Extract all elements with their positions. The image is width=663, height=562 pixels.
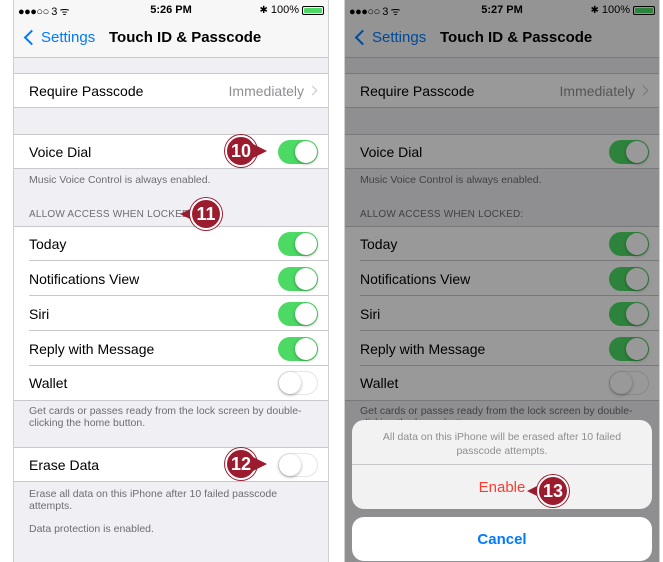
battery-indicator: ✱ 100%: [259, 4, 324, 16]
locked-row-label: Wallet: [29, 375, 68, 391]
back-button[interactable]: Settings: [22, 29, 95, 46]
action-sheet-message: All data on this iPhone will be erased a…: [382, 431, 622, 457]
locked-row-wallet: Wallet: [14, 366, 328, 401]
require-passcode-row[interactable]: Require Passcode Immediately: [14, 73, 328, 108]
wallet-footer: Get cards or passes ready from the lock …: [29, 405, 302, 429]
locked-row-reply: Reply with Message: [14, 331, 328, 366]
cancel-button[interactable]: Cancel: [352, 517, 652, 561]
erase-data-row: Erase Data: [14, 447, 328, 482]
wallet-toggle[interactable]: [278, 371, 318, 395]
locked-row-label: Siri: [29, 305, 50, 322]
back-button-label: Settings: [41, 29, 96, 46]
enable-button[interactable]: Enable: [352, 465, 652, 509]
battery-percent: 100%: [270, 4, 299, 16]
callout-arrow: [253, 457, 267, 471]
locked-row-label: Notifications View: [29, 270, 140, 287]
siri-toggle[interactable]: [278, 301, 318, 326]
cancel-button-label: Cancel: [477, 530, 527, 548]
erase-data-toggle[interactable]: [278, 452, 318, 477]
voice-dial-toggle[interactable]: [278, 139, 318, 164]
require-passcode-value: Immediately: [228, 82, 304, 99]
navigation-bar: Settings Touch ID & Passcode: [14, 20, 328, 58]
voice-dial-label: Voice Dial: [29, 143, 92, 160]
callout-10: 10: [225, 135, 267, 167]
data-protection-note: Data protection is enabled.: [29, 523, 154, 535]
callout-12: 12: [225, 448, 267, 480]
battery-icon: [302, 5, 324, 15]
page-title: Touch ID & Passcode: [109, 29, 262, 46]
voice-dial-row: Voice Dial: [14, 134, 328, 169]
callout-11: 11: [180, 198, 222, 230]
settings-screen: ●●●○○ 3 ᯤ 5:26 PM ✱ 100% Settings Touch …: [13, 0, 329, 562]
chevron-right-icon: [307, 85, 318, 96]
status-bar: ●●●○○ 3 ᯤ 5:26 PM ✱ 100%: [14, 0, 328, 20]
locked-row-label: Reply with Message: [29, 340, 155, 357]
erase-data-label: Erase Data: [29, 456, 100, 473]
enable-button-label: Enable: [478, 478, 526, 496]
settings-screen-with-alert: ●●●○○ 3 ᯤ 5:27 PM ✱ 100% Settings Touch …: [344, 0, 660, 562]
today-toggle[interactable]: [278, 232, 318, 256]
callout-13: 13: [527, 475, 569, 507]
bluetooth-icon: ✱: [259, 4, 268, 16]
locked-row-label: Today: [29, 236, 67, 252]
chevron-left-icon: [23, 29, 40, 46]
require-passcode-label: Require Passcode: [29, 82, 144, 99]
locked-section-header: ALLOW ACCESS WHEN LOCKED:: [29, 209, 193, 220]
callout-number: 13: [537, 475, 569, 507]
reply-with-message-toggle[interactable]: [278, 336, 318, 361]
action-sheet: All data on this iPhone will be erased a…: [352, 420, 652, 509]
notifications-view-toggle[interactable]: [278, 266, 318, 291]
voice-dial-footer: Music Voice Control is always enabled.: [29, 174, 211, 186]
erase-data-footer: Erase all data on this iPhone after 10 f…: [29, 488, 278, 512]
callout-arrow: [253, 144, 267, 158]
locked-row-notifications: Notifications View: [14, 261, 328, 296]
callout-number: 11: [190, 198, 222, 230]
locked-row-siri: Siri: [14, 296, 328, 331]
locked-row-today: Today: [14, 226, 328, 261]
